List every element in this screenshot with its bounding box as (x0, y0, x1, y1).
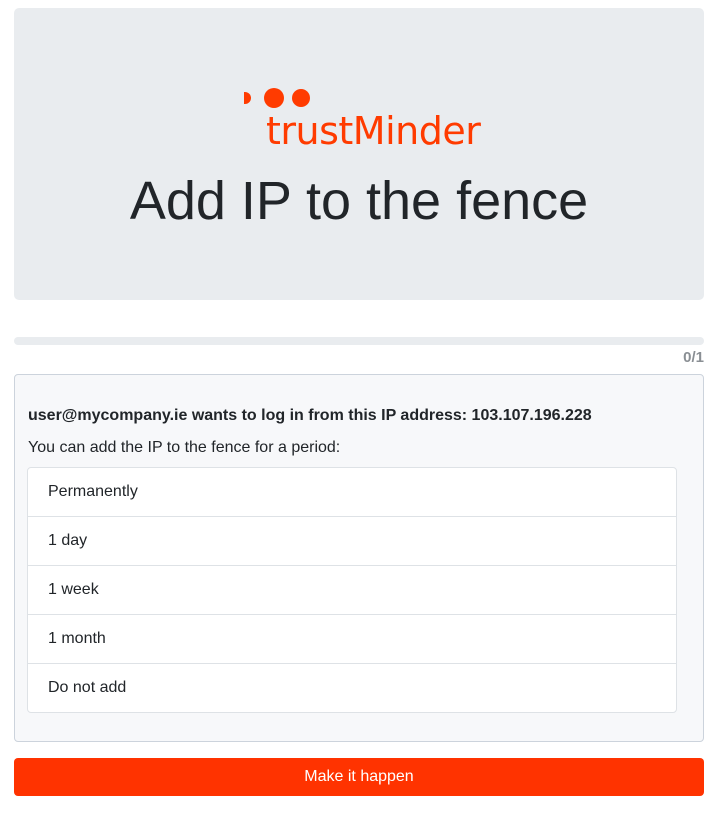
progress-bar (14, 337, 704, 345)
logo-dots-icon (244, 88, 314, 108)
header-panel: trustMinder Add IP to the fence (14, 8, 704, 300)
option-1-day[interactable]: 1 day (28, 517, 676, 566)
make-it-happen-button[interactable]: Make it happen (14, 758, 704, 796)
progress-counter: 0/1 (683, 349, 704, 366)
question-text: user@mycompany.ie wants to log in from t… (28, 407, 592, 424)
logo-wordmark: trustMinder (266, 109, 481, 153)
question-card: user@mycompany.ie wants to log in from t… (14, 374, 704, 742)
page-title: Add IP to the fence (129, 171, 589, 231)
option-do-not-add[interactable]: Do not add (28, 664, 676, 712)
option-permanently[interactable]: Permanently (28, 468, 676, 517)
trustminder-logo: trustMinder (244, 88, 504, 158)
option-1-week[interactable]: 1 week (28, 566, 676, 615)
instruction-text: You can add the IP to the fence for a pe… (28, 439, 341, 456)
option-1-month[interactable]: 1 month (28, 615, 676, 664)
period-options-list: Permanently 1 day 1 week 1 month Do not … (27, 467, 677, 713)
